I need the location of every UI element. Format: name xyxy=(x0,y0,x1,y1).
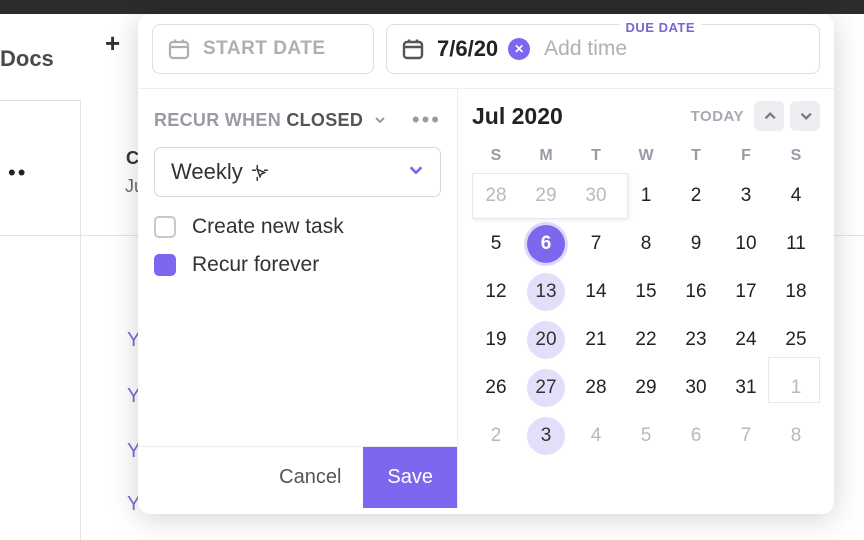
calendar-day[interactable]: 6 xyxy=(672,413,720,459)
calendar-day[interactable]: 20 xyxy=(522,317,570,363)
calendar-day[interactable]: 3 xyxy=(522,413,570,459)
calendar-dow: S xyxy=(472,139,520,173)
calendar-day[interactable]: 28 xyxy=(472,173,520,219)
calendar-dow: F xyxy=(722,139,770,173)
calendar-day[interactable]: 18 xyxy=(772,269,820,315)
cursor-icon xyxy=(249,162,271,184)
recur-when-label[interactable]: RECUR WHEN CLOSED xyxy=(154,110,386,130)
calendar-dow: W xyxy=(622,139,670,173)
chevron-down-icon xyxy=(374,110,386,130)
calendar-day[interactable]: 7 xyxy=(722,413,770,459)
recur-forever-option[interactable]: Recur forever xyxy=(154,253,441,277)
calendar-day[interactable]: 2 xyxy=(472,413,520,459)
more-icon[interactable]: •• xyxy=(8,160,27,186)
calendar-day[interactable]: 29 xyxy=(522,173,570,219)
calendar-day[interactable]: 29 xyxy=(622,365,670,411)
save-button[interactable]: Save xyxy=(363,447,457,508)
calendar-dow: T xyxy=(672,139,720,173)
calendar-day[interactable]: 26 xyxy=(472,365,520,411)
calendar-dow: S xyxy=(772,139,820,173)
due-date-value: 7/6/20 xyxy=(437,36,498,62)
date-recurrence-modal: START DATE DUE DATE 7/6/20 ✕ Add time RE… xyxy=(138,14,834,514)
recur-forever-label: Recur forever xyxy=(192,253,319,277)
calendar-dow: T xyxy=(572,139,620,173)
add-time-button[interactable]: Add time xyxy=(544,37,627,61)
calendar-day[interactable]: 4 xyxy=(572,413,620,459)
docs-tab-label: Docs xyxy=(0,46,54,72)
calendar-day[interactable]: 21 xyxy=(572,317,620,363)
calendar-day[interactable]: 13 xyxy=(522,269,570,315)
start-date-placeholder: START DATE xyxy=(203,38,326,60)
calendar-icon xyxy=(167,37,191,61)
calendar-day[interactable]: 14 xyxy=(572,269,620,315)
calendar-day[interactable]: 31 xyxy=(722,365,770,411)
calendar-day[interactable]: 7 xyxy=(572,221,620,267)
calendar-day[interactable]: 1 xyxy=(622,173,670,219)
calendar-day[interactable]: 9 xyxy=(672,221,720,267)
frequency-dropdown[interactable]: Weekly xyxy=(154,147,441,197)
calendar-day[interactable]: 12 xyxy=(472,269,520,315)
calendar-day[interactable]: 23 xyxy=(672,317,720,363)
calendar-month-label: Jul 2020 xyxy=(472,103,563,130)
calendar-day[interactable]: 17 xyxy=(722,269,770,315)
frequency-value: Weekly xyxy=(171,159,243,185)
add-button[interactable]: + xyxy=(105,28,120,59)
checkbox-checked-icon xyxy=(154,254,176,276)
calendar-day[interactable]: 30 xyxy=(672,365,720,411)
create-new-task-label: Create new task xyxy=(192,215,344,239)
calendar-dow: M xyxy=(522,139,570,173)
calendar-day[interactable]: 8 xyxy=(772,413,820,459)
calendar-day[interactable]: 10 xyxy=(722,221,770,267)
checkbox-unchecked-icon xyxy=(154,216,176,238)
calendar-day[interactable]: 5 xyxy=(622,413,670,459)
calendar-day[interactable]: 11 xyxy=(772,221,820,267)
prev-month-button[interactable] xyxy=(754,101,784,131)
due-date-field[interactable]: DUE DATE 7/6/20 ✕ Add time xyxy=(386,24,820,74)
chevron-down-icon xyxy=(408,162,424,183)
calendar-day[interactable]: 15 xyxy=(622,269,670,315)
calendar-day[interactable]: 16 xyxy=(672,269,720,315)
due-date-label: DUE DATE xyxy=(620,20,701,35)
calendar-day[interactable]: 30 xyxy=(572,173,620,219)
clear-due-date-button[interactable]: ✕ xyxy=(508,38,530,60)
next-month-button[interactable] xyxy=(790,101,820,131)
calendar-day[interactable]: 5 xyxy=(472,221,520,267)
calendar-day[interactable]: 25 xyxy=(772,317,820,363)
start-date-field[interactable]: START DATE xyxy=(152,24,374,74)
calendar-day[interactable]: 8 xyxy=(622,221,670,267)
calendar-day[interactable]: 28 xyxy=(572,365,620,411)
create-new-task-option[interactable]: Create new task xyxy=(154,215,441,239)
calendar-day[interactable]: 6 xyxy=(522,221,570,267)
calendar-day[interactable]: 4 xyxy=(772,173,820,219)
calendar-day[interactable]: 22 xyxy=(622,317,670,363)
calendar-icon xyxy=(401,37,425,61)
more-options-button[interactable]: ••• xyxy=(412,107,441,133)
calendar-day[interactable]: 1 xyxy=(772,365,820,411)
calendar-day[interactable]: 2 xyxy=(672,173,720,219)
calendar-day[interactable]: 27 xyxy=(522,365,570,411)
calendar-day[interactable]: 3 xyxy=(722,173,770,219)
cancel-button[interactable]: Cancel xyxy=(257,466,363,489)
today-button[interactable]: TODAY xyxy=(691,108,744,125)
calendar-day[interactable]: 19 xyxy=(472,317,520,363)
calendar-day[interactable]: 24 xyxy=(722,317,770,363)
